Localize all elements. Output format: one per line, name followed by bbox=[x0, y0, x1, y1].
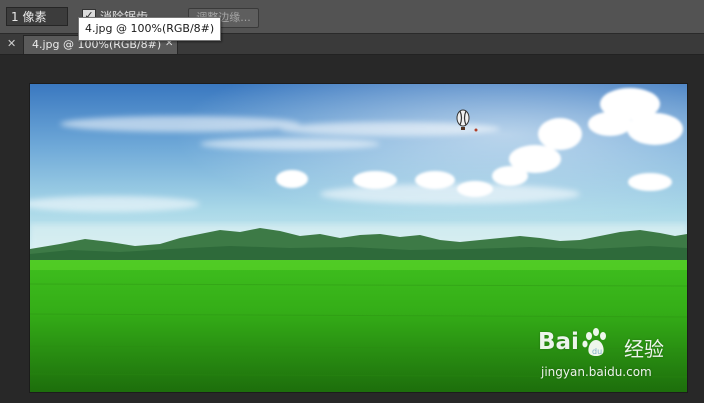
close-icon[interactable]: ✕ bbox=[7, 37, 16, 51]
svg-text:du: du bbox=[592, 347, 602, 356]
watermark-brand: 经验 bbox=[624, 337, 664, 361]
paw-icon: du bbox=[582, 328, 606, 356]
watermark-url: jingyan.baidu.com bbox=[541, 365, 652, 379]
document-tooltip: 4.jpg @ 100%(RGB/8#) bbox=[78, 17, 222, 41]
baidu-watermark: Bai du 经验 jingyan.baidu.com bbox=[538, 328, 698, 389]
watermark-logo-text: Bai bbox=[538, 329, 579, 355]
feather-size-input[interactable]: 1 像素 bbox=[6, 7, 68, 26]
